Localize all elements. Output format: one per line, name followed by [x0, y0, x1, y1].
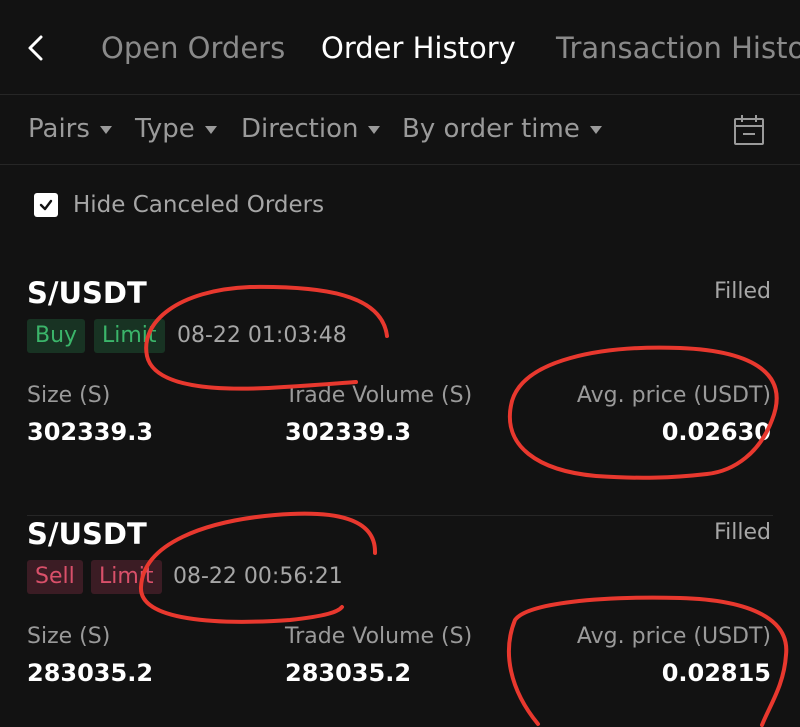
direction-badge: Buy	[27, 319, 86, 353]
filter-pairs[interactable]: Pairs	[28, 109, 112, 149]
caret-down-icon	[204, 126, 217, 134]
order-type-badge: Limit	[94, 319, 165, 353]
top-bar: Open Orders Order History Transaction Hi…	[0, 0, 800, 95]
hide-canceled-toggle[interactable]: Hide Canceled Orders	[34, 188, 324, 222]
tab-open-orders[interactable]: Open Orders	[101, 28, 285, 68]
order-status: Filled	[714, 279, 771, 304]
filter-direction-label: Direction	[241, 114, 359, 144]
calendar-icon[interactable]	[732, 113, 766, 147]
caret-down-icon	[368, 126, 381, 134]
filter-order-time[interactable]: By order time	[402, 109, 602, 149]
avg-price-label: Avg. price (USDT)	[576, 383, 771, 408]
filter-type[interactable]: Type	[135, 109, 217, 149]
trade-volume-value: 302339.3	[285, 418, 412, 446]
filter-direction[interactable]: Direction	[241, 109, 381, 149]
size-label: Size (S)	[27, 624, 111, 649]
trade-volume-label: Trade Volume (S)	[285, 383, 473, 408]
trade-volume-value: 283035.2	[285, 659, 412, 687]
filter-bar: Pairs Type Direction By order time	[0, 95, 800, 165]
avg-price-label: Avg. price (USDT)	[576, 624, 771, 649]
size-value: 302339.3	[27, 418, 154, 446]
order-status: Filled	[714, 520, 771, 545]
avg-price-value: 0.02630	[661, 418, 771, 446]
filter-type-label: Type	[135, 114, 195, 144]
avg-price-value: 0.02815	[661, 659, 771, 687]
filter-pairs-label: Pairs	[28, 114, 90, 144]
checkbox-checked[interactable]	[34, 193, 58, 217]
caret-down-icon	[589, 126, 602, 134]
order-type-badge: Limit	[91, 560, 162, 594]
hide-canceled-label: Hide Canceled Orders	[73, 192, 325, 218]
trade-volume-label: Trade Volume (S)	[285, 624, 473, 649]
filter-order-time-label: By order time	[402, 114, 580, 144]
direction-badge: Sell	[27, 560, 83, 594]
tab-order-history[interactable]: Order History	[321, 28, 516, 68]
tab-transaction-history[interactable]: Transaction History	[556, 28, 800, 68]
check-icon	[39, 199, 53, 211]
order-time: 08-22 01:03:48	[177, 323, 347, 348]
order-time: 08-22 00:56:21	[173, 564, 343, 589]
size-value: 283035.2	[27, 659, 154, 687]
annotation-circle	[508, 345, 779, 480]
back-arrow-icon[interactable]	[24, 30, 48, 66]
caret-down-icon	[99, 126, 112, 134]
size-label: Size (S)	[27, 383, 111, 408]
order-pair: S/USDT	[27, 276, 147, 310]
order-pair: S/USDT	[27, 517, 147, 551]
